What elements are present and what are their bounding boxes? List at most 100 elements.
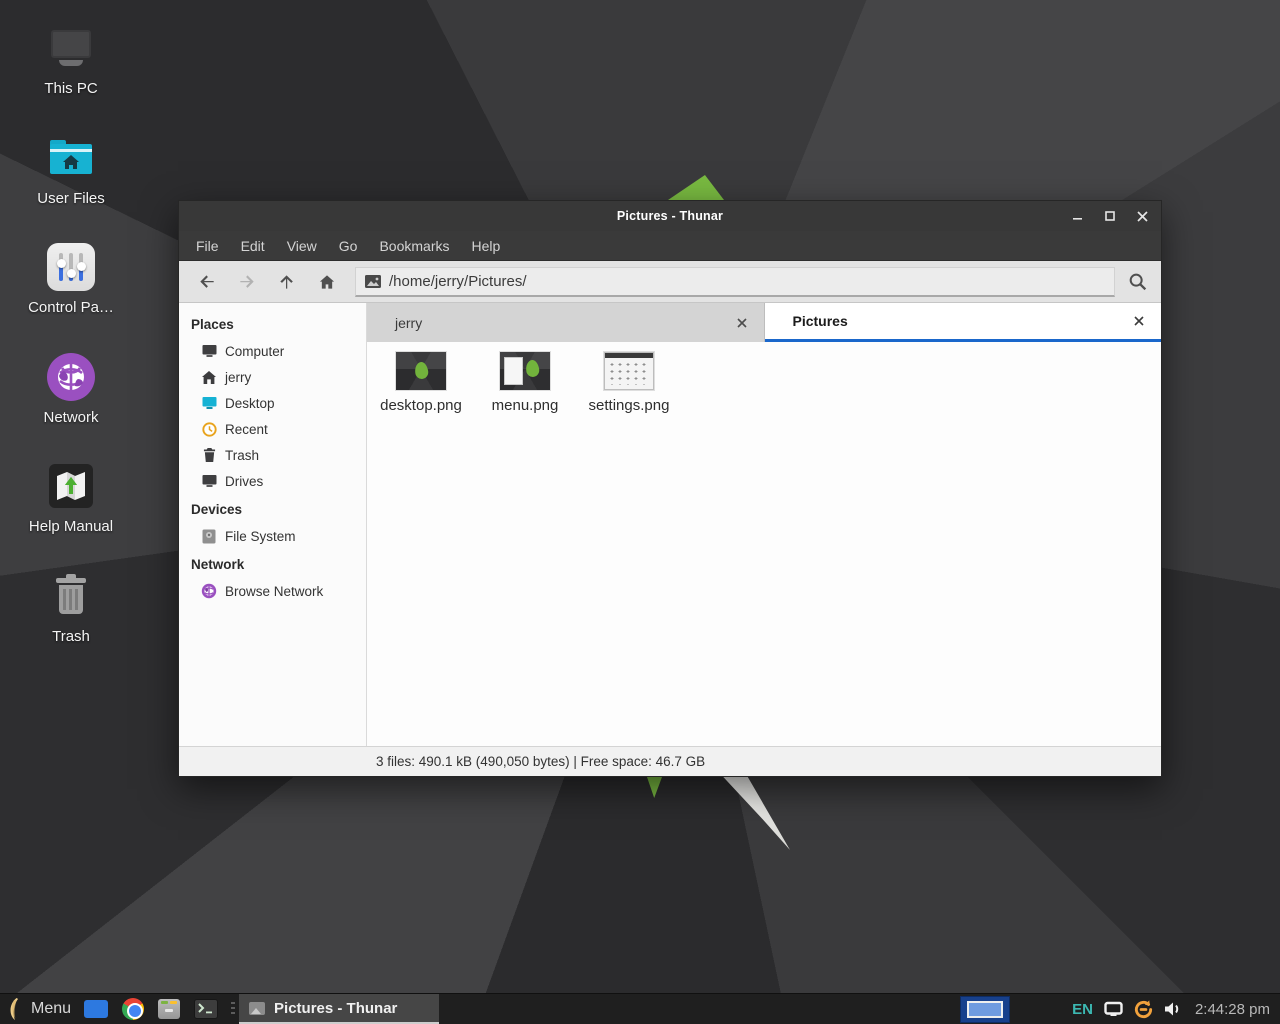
desktop-icon-user-files[interactable]: User Files	[10, 134, 132, 208]
menubar: File Edit View Go Bookmarks Help	[179, 231, 1161, 261]
computer-icon	[201, 343, 217, 359]
sidebar: Places Computer jerry Desktop Recent	[179, 303, 367, 746]
tab-close-icon[interactable]	[1131, 313, 1147, 329]
sidebar-item-label: Desktop	[225, 396, 275, 411]
desktop-icon-trash[interactable]: Trash	[10, 572, 132, 646]
close-button[interactable]	[1131, 205, 1153, 227]
sidebar-item-jerry[interactable]: jerry	[179, 364, 366, 390]
pictures-folder-icon	[365, 275, 381, 288]
recent-clock-icon	[201, 421, 217, 437]
file-cabinet-icon	[158, 999, 180, 1019]
mint-menu-button[interactable]	[0, 994, 29, 1024]
keyboard-layout-indicator[interactable]: EN	[1066, 1001, 1099, 1018]
terminal-icon	[194, 999, 218, 1019]
desktop-icon-label: Help Manual	[29, 519, 113, 536]
clock[interactable]: 2:44:28 pm	[1187, 1001, 1280, 1018]
file-view[interactable]: desktop.png menu.png settings.png	[367, 342, 1161, 746]
tab-pictures[interactable]: Pictures	[765, 303, 1162, 342]
file-manager-launcher[interactable]	[151, 994, 187, 1024]
file-name: menu.png	[492, 397, 559, 414]
sidebar-header-devices: Devices	[179, 494, 366, 523]
trash-small-icon	[201, 447, 217, 463]
sidebar-item-trash[interactable]: Trash	[179, 442, 366, 468]
settings-png-thumbnail	[604, 352, 654, 390]
desktop-icon-control-panel[interactable]: Control Pa…	[10, 243, 132, 317]
desktop-icon-this-pc[interactable]: This PC	[10, 24, 132, 98]
workspace-switcher[interactable]	[960, 996, 1010, 1023]
browse-network-globe-icon	[201, 583, 217, 599]
speaker-icon	[1164, 1001, 1182, 1017]
menu-help[interactable]: Help	[461, 233, 512, 259]
menu-view[interactable]: View	[276, 233, 328, 259]
desktop-icon-label: This PC	[44, 81, 97, 98]
file-name: settings.png	[589, 397, 670, 414]
tab-jerry[interactable]: jerry	[367, 303, 765, 342]
sidebar-item-file-system[interactable]: File System	[179, 523, 366, 549]
back-button[interactable]	[190, 267, 224, 297]
file-settings-png[interactable]: settings.png	[577, 352, 681, 414]
file-menu-png[interactable]: menu.png	[473, 352, 577, 414]
sidebar-item-computer[interactable]: Computer	[179, 338, 366, 364]
desktop-icon-label: Control Pa…	[28, 300, 114, 317]
show-desktop-button[interactable]	[77, 994, 115, 1024]
sidebar-item-label: Browse Network	[225, 584, 323, 599]
wallpaper-white-blade	[721, 776, 790, 850]
minimize-button[interactable]	[1067, 205, 1089, 227]
file-system-drive-icon	[201, 528, 217, 544]
home-button[interactable]	[310, 267, 344, 297]
chrome-launcher[interactable]	[115, 994, 151, 1024]
control-panel-icon	[47, 243, 95, 291]
tab-label: jerry	[395, 315, 422, 331]
menu-bookmarks[interactable]: Bookmarks	[368, 233, 460, 259]
folder-home-icon	[47, 134, 95, 182]
desktop-icon-label: User Files	[37, 191, 105, 208]
sidebar-item-label: jerry	[225, 370, 251, 385]
desktop-icon-help-manual[interactable]: Help Manual	[10, 462, 132, 536]
network-globe-icon	[47, 353, 95, 401]
terminal-launcher[interactable]	[187, 994, 225, 1024]
trash-icon	[47, 572, 95, 620]
workspace-current	[967, 1001, 1003, 1018]
search-button[interactable]	[1115, 261, 1161, 303]
wallpaper-mint-leaf-bottom	[647, 777, 662, 798]
thunar-window: Pictures - Thunar File Edit View Go Book…	[178, 200, 1162, 777]
tab-close-icon[interactable]	[734, 315, 750, 331]
status-bar: 3 files: 490.1 kB (490,050 bytes) | Free…	[179, 746, 1161, 776]
sidebar-item-label: File System	[225, 529, 296, 544]
taskbar-window-button[interactable]: Pictures - Thunar	[239, 994, 439, 1024]
path-bar[interactable]: /home/jerry/Pictures/	[355, 267, 1115, 297]
sidebar-item-desktop[interactable]: Desktop	[179, 390, 366, 416]
wallpaper-mint-leaf-top	[668, 175, 724, 200]
status-text: 3 files: 490.1 kB (490,050 bytes) | Free…	[376, 754, 705, 769]
toolbar: /home/jerry/Pictures/	[179, 261, 1161, 303]
menu-go[interactable]: Go	[328, 233, 369, 259]
mint-logo-icon	[7, 997, 22, 1021]
sidebar-item-label: Trash	[225, 448, 259, 463]
up-button[interactable]	[270, 267, 304, 297]
menu-edit[interactable]: Edit	[230, 233, 276, 259]
sidebar-item-recent[interactable]: Recent	[179, 416, 366, 442]
this-pc-icon	[47, 24, 95, 72]
sidebar-item-label: Recent	[225, 422, 268, 437]
panel-handle[interactable]	[231, 1002, 235, 1017]
drives-icon	[201, 473, 217, 489]
desktop-icon	[201, 395, 217, 411]
desktop-icon-network[interactable]: Network	[10, 353, 132, 427]
desktop-icon-label: Network	[43, 410, 98, 427]
sidebar-item-drives[interactable]: Drives	[179, 468, 366, 494]
update-manager-tray-item[interactable]	[1128, 999, 1159, 1020]
desktop-icons: This PC User Files Control Pa… Network	[10, 24, 132, 645]
volume-tray-item[interactable]	[1159, 1001, 1187, 1017]
taskbar: Menu Pictures - Thunar EN	[0, 993, 1280, 1024]
sidebar-item-label: Computer	[225, 344, 284, 359]
maximize-button[interactable]	[1099, 205, 1121, 227]
display-icon	[1104, 1001, 1123, 1017]
sidebar-item-browse-network[interactable]: Browse Network	[179, 578, 366, 604]
display-tray-item[interactable]	[1099, 1001, 1128, 1017]
tab-bar: jerry Pictures	[367, 303, 1161, 342]
titlebar[interactable]: Pictures - Thunar	[179, 201, 1161, 231]
menu-file[interactable]: File	[185, 233, 230, 259]
menu-button-label[interactable]: Menu	[29, 1000, 77, 1018]
file-desktop-png[interactable]: desktop.png	[369, 352, 473, 414]
forward-button[interactable]	[230, 267, 264, 297]
